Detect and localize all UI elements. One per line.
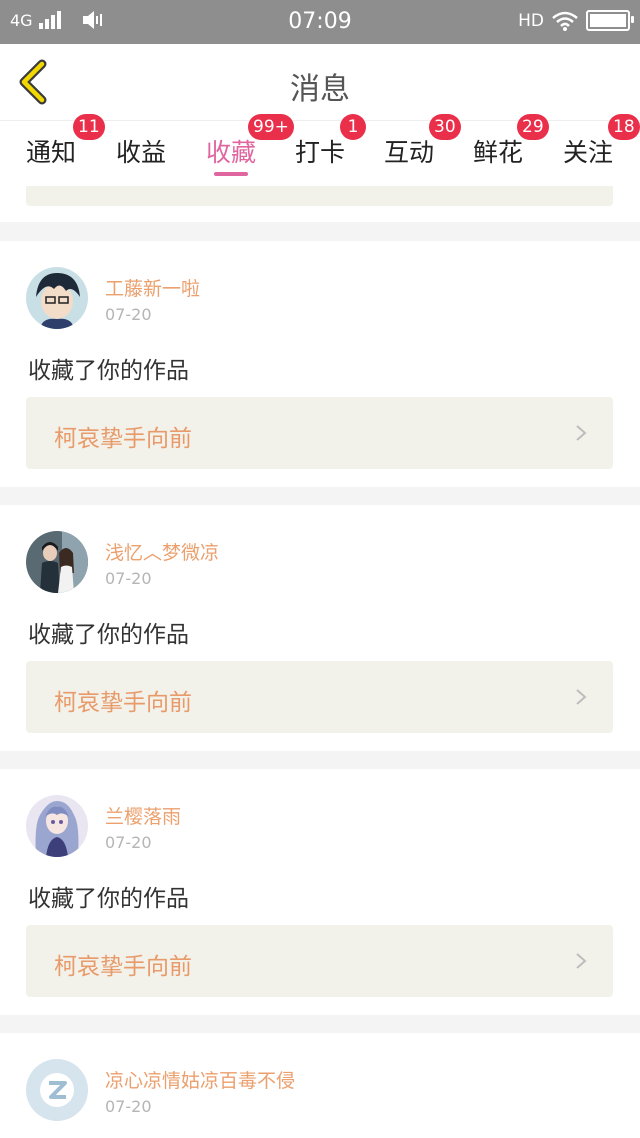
unread-badge: 1 [340,114,366,140]
work-link[interactable]: 柯哀挚手向前 [26,925,613,997]
unread-badge: 29 [517,114,549,140]
username[interactable]: 工藤新一啦 [105,274,200,301]
tab-label: 打卡 [295,138,346,167]
list-item: 凉心凉情姑凉百毒不侵 07-20 [0,1033,640,1138]
work-link-partial[interactable] [26,186,613,206]
tab-label: 通知 [26,138,77,167]
username[interactable]: 凉心凉情姑凉百毒不侵 [105,1066,295,1093]
chevron-right-icon [576,689,587,705]
hd-indicator: HD [518,10,544,31]
tab-favorites[interactable]: 收藏 99+ [206,114,294,187]
tab-flowers[interactable]: 鲜花 29 [473,114,549,187]
anime-girl-avatar-icon [26,795,88,857]
wifi-icon [552,11,578,31]
tab-label: 收益 [116,138,167,167]
work-link[interactable]: 柯哀挚手向前 [26,397,613,469]
unread-badge: 30 [429,114,461,140]
tab-follow[interactable]: 关注 18 [563,114,640,187]
message-date: 07-20 [105,833,152,852]
tab-notice[interactable]: 通知 11 [26,114,105,187]
action-text: 收藏了你的作品 [28,358,189,384]
action-text: 收藏了你的作品 [28,886,189,912]
message-date: 07-20 [105,1097,152,1116]
unread-badge: 11 [73,114,105,140]
page-title: 消息 [290,72,350,107]
tab-label: 互动 [384,138,435,167]
message-date: 07-20 [105,305,152,324]
avatar[interactable] [26,531,88,593]
tab-interaction[interactable]: 互动 30 [384,114,461,187]
tab-label: 收藏 [206,138,257,167]
list-item: 兰樱落雨 07-20 收藏了你的作品 柯哀挚手向前 [0,769,640,1015]
tab-checkin[interactable]: 打卡 1 [295,114,366,187]
chevron-right-icon [576,953,587,969]
couple-photo-avatar-icon [26,531,88,593]
tab-bar: 通知 11 收益 收藏 99+ 打卡 1 互动 30 鲜花 29 关注 18 [0,114,640,187]
message-date: 07-20 [105,569,152,588]
work-title: 柯哀挚手向前 [54,954,192,980]
anime-boy-avatar-icon [26,267,88,329]
username[interactable]: 兰樱落雨 [105,802,181,829]
work-title: 柯哀挚手向前 [54,690,192,716]
action-text: 收藏了你的作品 [28,622,189,648]
username[interactable]: 浅忆︿梦微凉 [105,538,219,565]
work-link[interactable]: 柯哀挚手向前 [26,661,613,733]
status-right: HD [518,10,634,31]
avatar[interactable] [26,1059,88,1121]
avatar[interactable] [26,267,88,329]
tab-label: 鲜花 [473,138,524,167]
status-bar: 4G 07:09 HD [0,0,640,44]
list-item-partial [0,186,640,222]
message-list[interactable]: 工藤新一啦 07-20 收藏了你的作品 柯哀挚手向前 浅忆︿梦微凉 07-20 [0,186,640,1138]
default-avatar-icon [26,1059,88,1121]
header: 消息 [0,44,640,120]
avatar[interactable] [26,795,88,857]
battery-icon [586,10,634,31]
tab-earnings[interactable]: 收益 [116,121,176,187]
list-item: 浅忆︿梦微凉 07-20 收藏了你的作品 柯哀挚手向前 [0,505,640,751]
chevron-right-icon [576,425,587,441]
tab-label: 关注 [563,138,614,167]
work-title: 柯哀挚手向前 [54,426,192,452]
active-tab-indicator [214,172,248,176]
unread-badge: 18 [608,114,640,140]
unread-badge: 99+ [248,114,294,140]
list-item: 工藤新一啦 07-20 收藏了你的作品 柯哀挚手向前 [0,241,640,487]
